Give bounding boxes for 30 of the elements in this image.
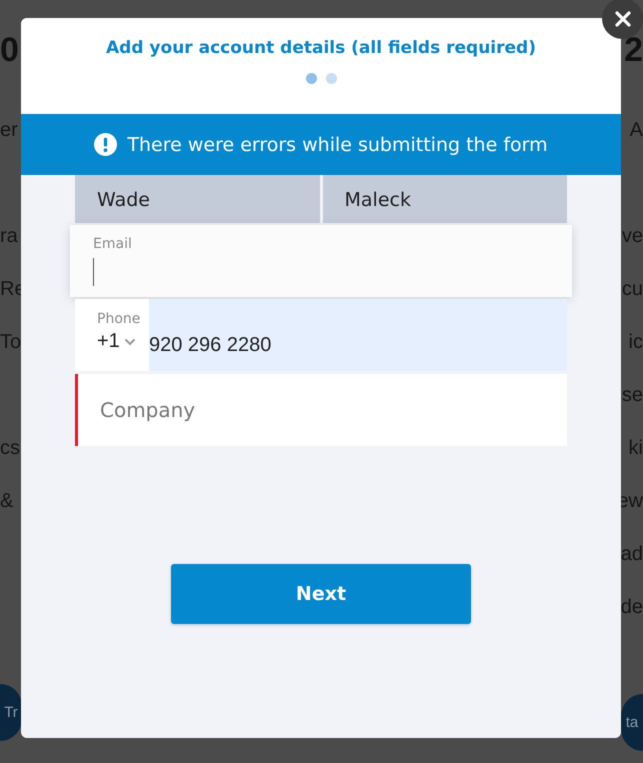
background-text: ad <box>620 542 643 567</box>
background-text: de <box>620 595 643 620</box>
heading-text: 2 <box>624 30 643 71</box>
background-button[interactable]: Tr <box>0 684 22 741</box>
error-message: There were errors while submitting the form <box>127 134 548 156</box>
background-button[interactable]: ta <box>621 694 643 751</box>
background-text: & <box>0 489 14 514</box>
background-text: se <box>622 383 643 408</box>
phone-field[interactable]: 920 296 2280 <box>149 299 567 371</box>
chevron-down-icon <box>124 338 136 346</box>
heading-text: 0 <box>0 30 20 71</box>
exclamation-icon <box>94 133 118 156</box>
text-cursor <box>93 258 94 286</box>
background-text: ve <box>622 224 643 249</box>
background-text: To <box>0 330 22 355</box>
background-text: ki <box>628 436 643 461</box>
next-button[interactable]: Next <box>171 564 471 624</box>
close-button[interactable] <box>602 0 643 39</box>
dialog-title: Add your account details (all fields required) <box>106 38 536 58</box>
input-field[interactable]: Company <box>75 374 567 446</box>
input-field[interactable]: Email <box>70 225 572 297</box>
country-code: +1 <box>97 330 120 353</box>
field-placeholder: Company <box>100 398 196 422</box>
background-text: cs <box>0 436 21 461</box>
background-text: ra <box>0 224 19 249</box>
close-icon <box>614 10 632 28</box>
country-code-select[interactable]: Phone +1 <box>75 299 149 371</box>
background-text: A <box>630 118 643 143</box>
field-label: Email <box>93 236 133 252</box>
field-label: Phone <box>97 311 142 327</box>
